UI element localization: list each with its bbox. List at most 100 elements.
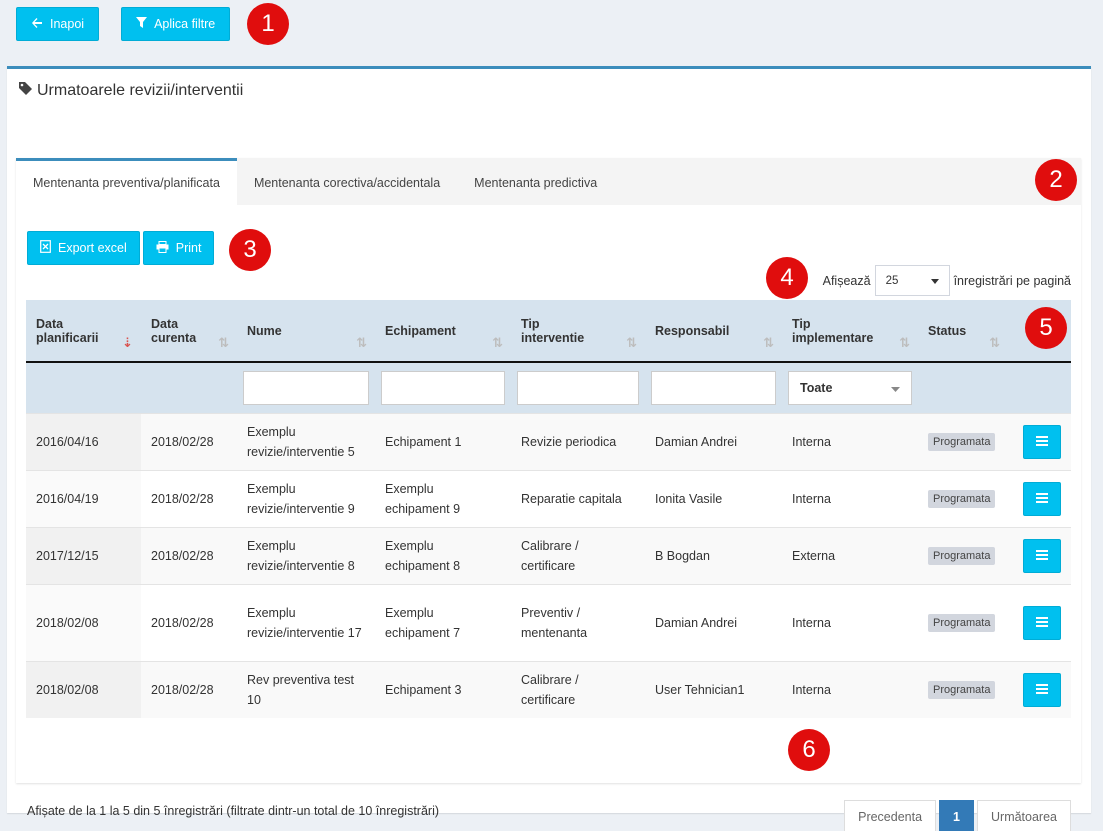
table-row: 2016/04/16 2018/02/28 Exemplu revizie/in… bbox=[26, 412, 1071, 470]
col-header-label: Data bbox=[151, 316, 179, 331]
col-header-label: implementare bbox=[792, 330, 874, 345]
next-page-button[interactable]: Următoarea bbox=[977, 800, 1071, 831]
cell-responsabil: B Bogdan bbox=[645, 526, 782, 584]
row-menu-button[interactable] bbox=[1023, 424, 1061, 459]
cell-data-curenta: 2018/02/28 bbox=[141, 412, 237, 470]
row-menu-button[interactable] bbox=[1023, 538, 1061, 573]
filter-responsabil-input[interactable] bbox=[651, 370, 776, 405]
back-label: Inapoi bbox=[50, 17, 85, 31]
cell-data-curenta: 2018/02/28 bbox=[141, 469, 237, 527]
print-label: Print bbox=[175, 241, 202, 255]
status-badge: Programata bbox=[928, 681, 996, 700]
export-excel-button[interactable]: Export excel bbox=[27, 231, 140, 265]
table-row: 2018/02/08 2018/02/28 Rev preventiva tes… bbox=[26, 660, 1071, 718]
cell-data-curenta: 2018/02/28 bbox=[141, 526, 237, 584]
col-header-label: Nume bbox=[247, 323, 282, 338]
col-header-tip-implementare[interactable]: Tip implementare ⇅ bbox=[782, 300, 918, 363]
col-header-label: Responsabil bbox=[655, 323, 730, 338]
col-header-label: planificarii bbox=[36, 330, 99, 345]
bars-icon bbox=[1036, 613, 1048, 633]
tab-corrective[interactable]: Mentenanta corectiva/accidentala bbox=[237, 161, 457, 205]
box-title: Urmatoarele revizii/interventii bbox=[37, 82, 244, 99]
filter-select-value: Toate bbox=[800, 380, 833, 395]
sort-desc-icon: ⇣ bbox=[122, 335, 133, 350]
back-button[interactable]: Inapoi bbox=[16, 7, 100, 41]
col-header-data-curenta[interactable]: Data curenta ⇅ bbox=[141, 300, 237, 363]
sort-icon: ⇅ bbox=[989, 335, 1000, 350]
cell-echipament: Exemplu echipament 9 bbox=[375, 469, 511, 527]
caret-down-icon bbox=[930, 275, 939, 287]
sort-icon: ⇅ bbox=[356, 335, 367, 350]
cell-data-planificarii: 2018/02/08 bbox=[26, 583, 141, 661]
sort-icon: ⇅ bbox=[763, 335, 774, 350]
cell-actions bbox=[1008, 526, 1071, 584]
tab-preventive[interactable]: Mentenanta preventiva/planificata bbox=[16, 158, 237, 205]
maintenance-box: Urmatoarele revizii/interventii Mentenan… bbox=[7, 66, 1091, 831]
cell-responsabil: User Tehnician1 bbox=[645, 660, 782, 718]
cell-tip-implementare: Interna bbox=[782, 469, 918, 527]
col-header-nume[interactable]: Nume ⇅ bbox=[237, 300, 375, 363]
cell-status: Programata bbox=[918, 469, 1008, 527]
cell-tip-implementare: Externa bbox=[782, 526, 918, 584]
col-header-label: Echipament bbox=[385, 323, 456, 338]
cell-responsabil: Damian Andrei bbox=[645, 583, 782, 661]
cell-data-planificarii: 2016/04/16 bbox=[26, 412, 141, 470]
row-menu-button[interactable] bbox=[1023, 672, 1061, 707]
col-header-responsabil[interactable]: Responsabil ⇅ bbox=[645, 300, 782, 363]
cell-responsabil: Ionita Vasile bbox=[645, 469, 782, 527]
col-header-tip-interventie[interactable]: Tip interventie ⇅ bbox=[511, 300, 645, 363]
sort-icon: ⇅ bbox=[492, 335, 503, 350]
cell-echipament: Echipament 3 bbox=[375, 660, 511, 718]
filter-tip-interventie-input[interactable] bbox=[517, 370, 639, 405]
cell-nume: Exemplu revizie/interventie 5 bbox=[237, 412, 375, 470]
sort-icon: ⇅ bbox=[626, 335, 637, 350]
status-badge: Programata bbox=[928, 614, 996, 632]
cell-nume: Exemplu revizie/interventie 17 bbox=[237, 583, 375, 661]
bars-icon bbox=[1036, 546, 1048, 566]
status-badge: Programata bbox=[928, 547, 996, 565]
status-badge: Programata bbox=[928, 433, 996, 451]
cell-tip-implementare: Interna bbox=[782, 412, 918, 470]
cell-responsabil: Damian Andrei bbox=[645, 412, 782, 470]
status-badge: Programata bbox=[928, 490, 996, 508]
print-button[interactable]: Print bbox=[142, 231, 215, 265]
cell-status: Programata bbox=[918, 583, 1008, 661]
pagination: Precedenta 1 Următoarea bbox=[844, 800, 1071, 831]
bars-icon bbox=[1036, 432, 1048, 452]
col-header-label: Tip bbox=[792, 316, 811, 331]
annotation-marker-4: 4 bbox=[766, 257, 808, 299]
table-row: 2018/02/08 2018/02/28 Exemplu revizie/in… bbox=[26, 583, 1071, 661]
col-header-label: Data bbox=[36, 316, 64, 331]
col-header-data-planificarii[interactable]: Data planificarii ⇣ bbox=[26, 300, 141, 363]
prev-page-button[interactable]: Precedenta bbox=[844, 800, 937, 831]
cell-tip-interventie: Preventiv / mentenanta bbox=[511, 583, 645, 661]
page-length-select[interactable]: 25 bbox=[874, 265, 950, 296]
annotation-marker-3: 3 bbox=[229, 229, 271, 271]
tab-bar: Mentenanta preventiva/planificata Menten… bbox=[16, 158, 1081, 205]
annotation-marker-2: 2 bbox=[1035, 159, 1077, 201]
cell-echipament: Exemplu echipament 7 bbox=[375, 583, 511, 661]
cell-actions bbox=[1008, 412, 1071, 470]
annotation-marker-5: 5 bbox=[1025, 307, 1067, 349]
col-header-echipament[interactable]: Echipament ⇅ bbox=[375, 300, 511, 363]
cell-nume: Exemplu revizie/interventie 8 bbox=[237, 526, 375, 584]
tab-predictive[interactable]: Mentenanta predictiva bbox=[457, 161, 614, 205]
filter-echipament-input[interactable] bbox=[381, 370, 505, 405]
export-toolbar: Export excel Print bbox=[27, 231, 215, 265]
annotation-marker-1: 1 bbox=[247, 3, 289, 45]
filter-icon bbox=[136, 17, 148, 31]
row-menu-button[interactable] bbox=[1023, 481, 1061, 516]
row-menu-button[interactable] bbox=[1023, 605, 1061, 640]
bars-icon bbox=[1036, 680, 1048, 700]
apply-filters-button[interactable]: Aplica filtre bbox=[121, 7, 231, 41]
excel-file-icon bbox=[40, 240, 51, 256]
cell-data-curenta: 2018/02/28 bbox=[141, 660, 237, 718]
filter-tip-implementare-select[interactable]: Toate bbox=[788, 370, 912, 405]
col-header-status[interactable]: Status ⇅ bbox=[918, 300, 1008, 363]
export-excel-label: Export excel bbox=[58, 241, 127, 255]
table-info: Afișate de la 1 la 5 din 5 înregistrări … bbox=[27, 804, 440, 818]
table-row: 2017/12/15 2018/02/28 Exemplu revizie/in… bbox=[26, 526, 1071, 584]
cell-actions bbox=[1008, 583, 1071, 661]
filter-nume-input[interactable] bbox=[243, 370, 369, 405]
page-number-button[interactable]: 1 bbox=[939, 800, 974, 831]
